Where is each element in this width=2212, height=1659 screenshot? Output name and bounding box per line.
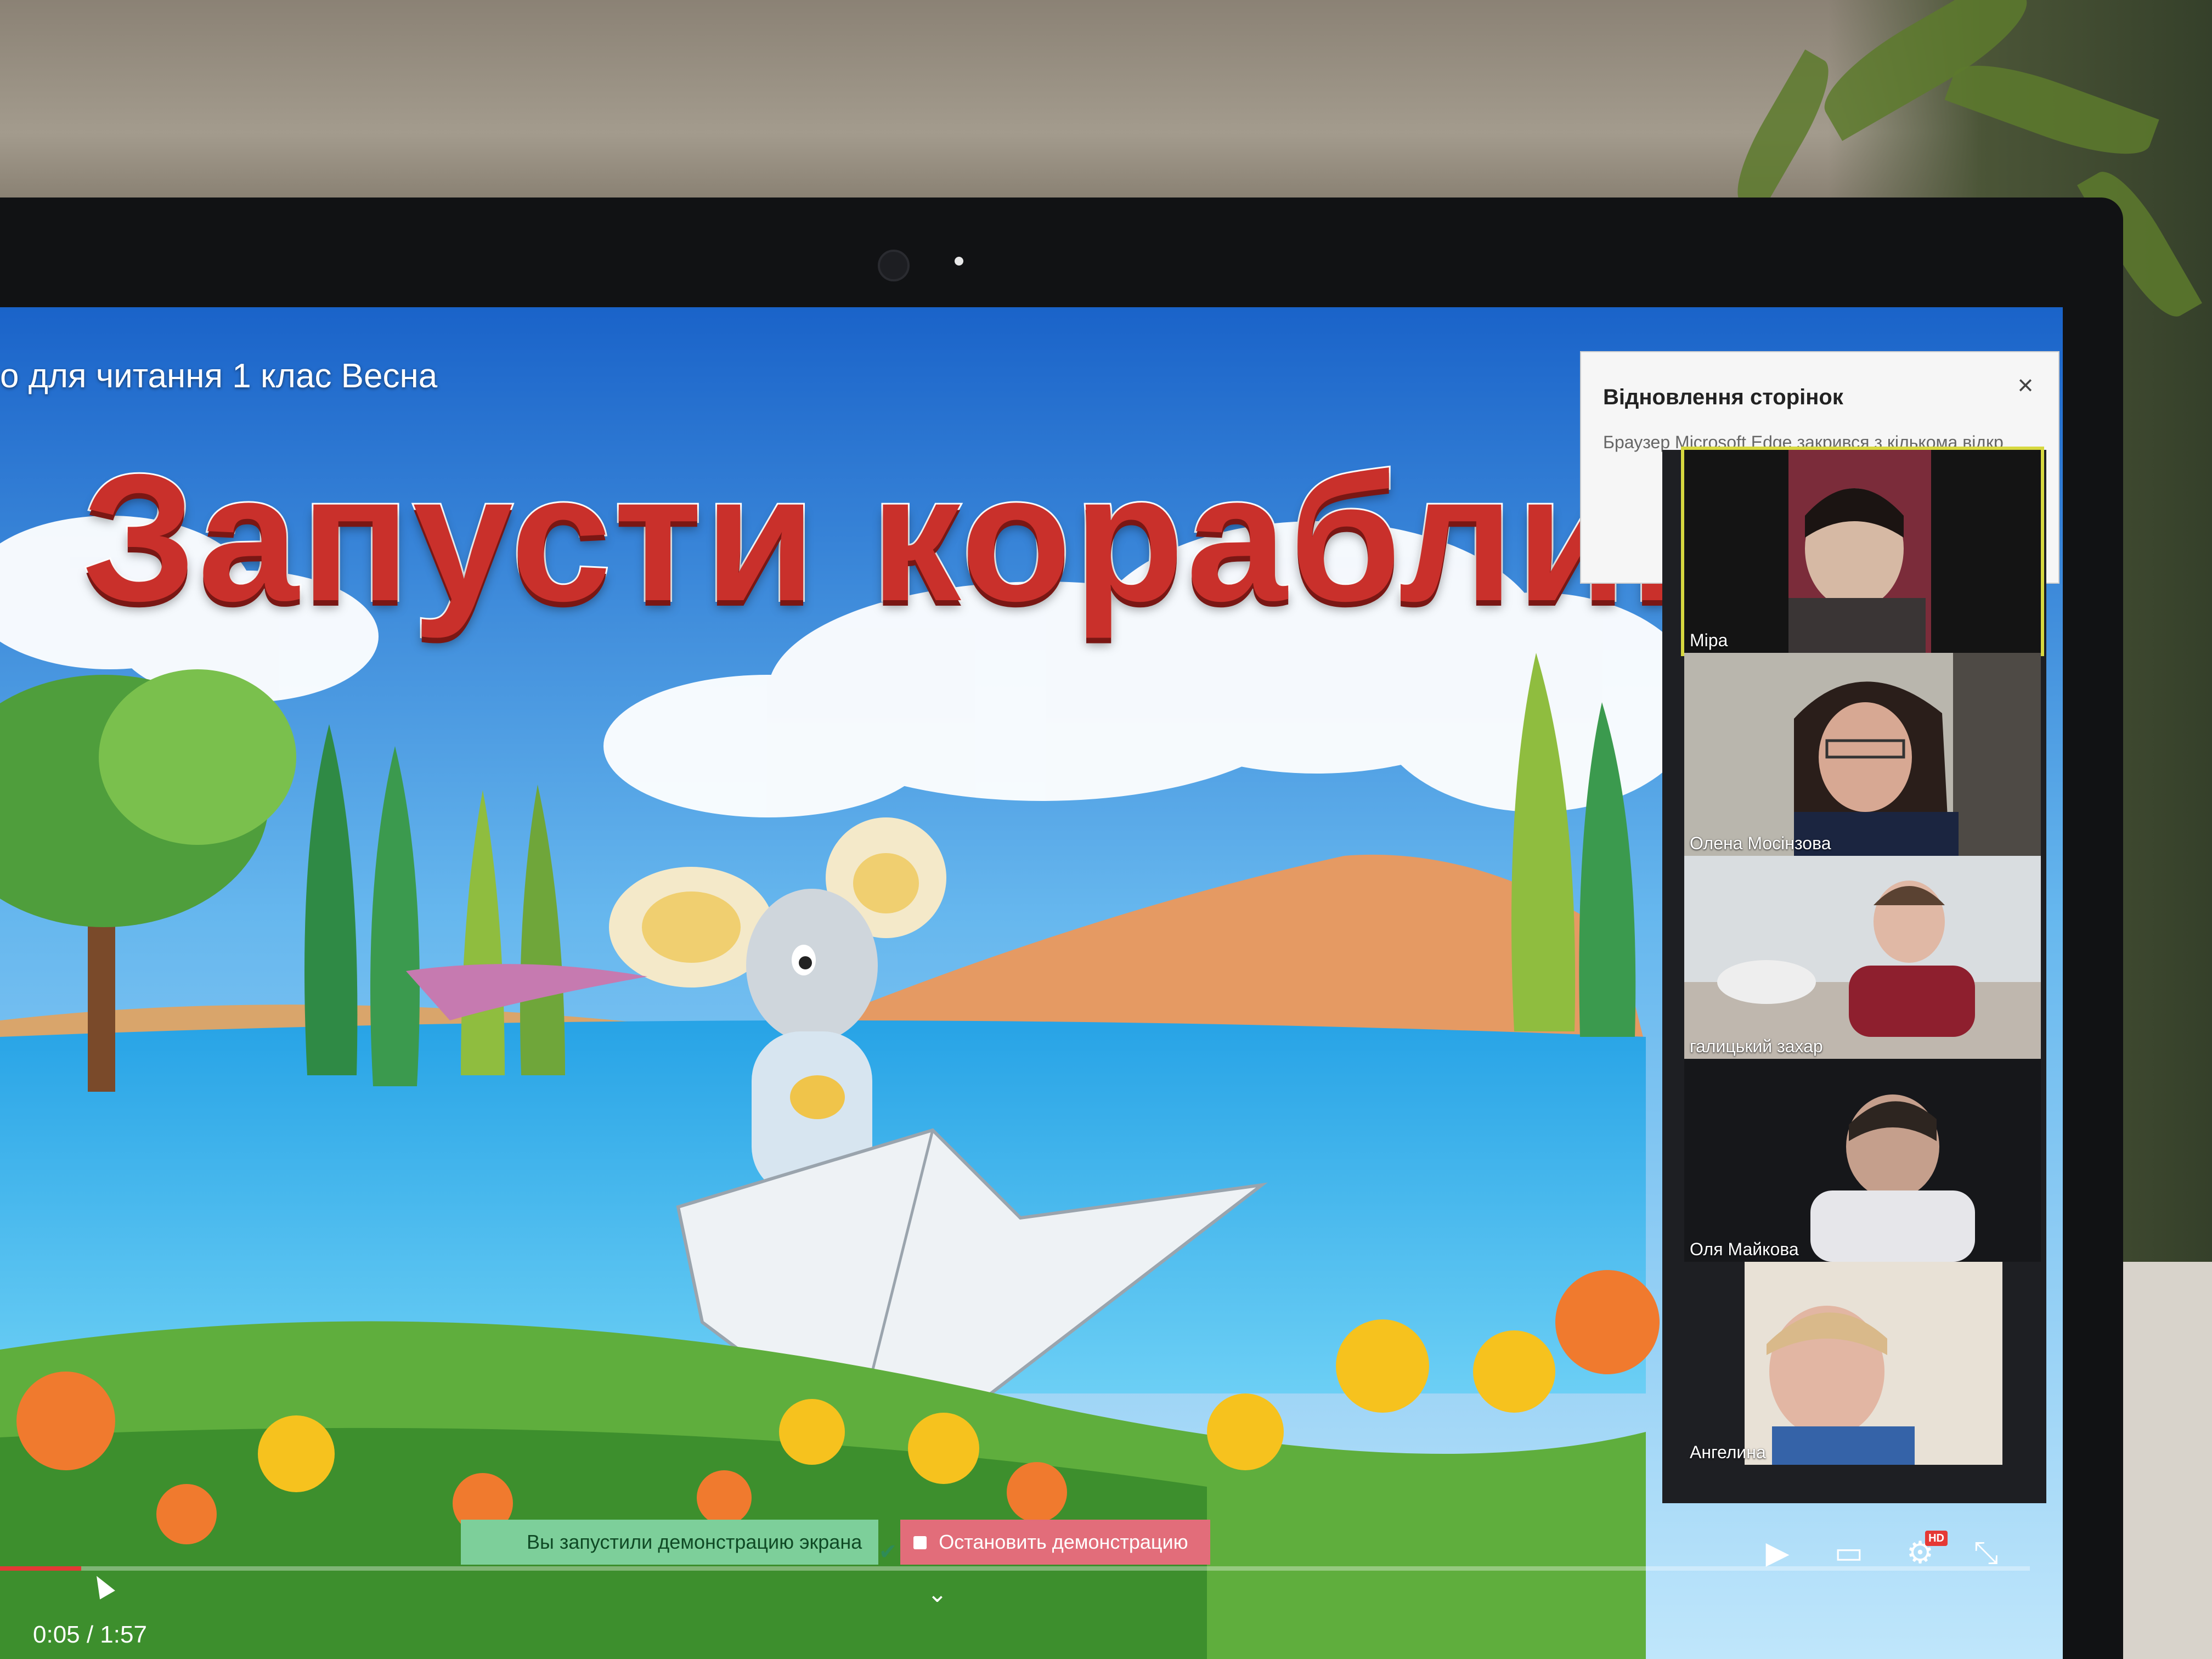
participant-name: Олена Мосінзова: [1690, 833, 1831, 853]
stop-icon: [913, 1536, 927, 1549]
participant-video: [1684, 1059, 2041, 1262]
settings-hd-icon[interactable]: ⚙ HD: [1898, 1531, 1948, 1575]
subtitles-icon[interactable]: ▭: [1827, 1531, 1871, 1575]
participant-tile[interactable]: Міра: [1681, 447, 2044, 656]
progress-fill: [0, 1566, 81, 1571]
participant-name: Оля Майкова: [1690, 1239, 1799, 1259]
play-icon[interactable]: ▶: [1756, 1531, 1799, 1575]
chevron-down-icon[interactable]: ⌄: [927, 1580, 947, 1608]
notification-title: Відновлення сторінок: [1603, 385, 1843, 409]
webcam-led: [955, 257, 963, 266]
webcam: [878, 250, 910, 281]
hd-badge: HD: [1925, 1531, 1948, 1546]
shield-check-icon: ✔: [878, 1540, 898, 1564]
screen-share-bar: Вы запустили демонстрацию экрана ✔ Остан…: [461, 1520, 1210, 1565]
progress-bar[interactable]: [0, 1566, 2030, 1571]
close-icon[interactable]: ×: [2009, 369, 2042, 402]
participant-name: Ангелина: [1690, 1442, 1766, 1462]
participant-video: [1684, 450, 2041, 653]
time-display: 0:05 / 1:57: [33, 1621, 147, 1648]
participant-video: [1684, 856, 2041, 1059]
participant-tile[interactable]: галицький захар: [1684, 856, 2041, 1059]
stop-sharing-button[interactable]: Остановить демонстрацию: [900, 1520, 1210, 1565]
laptop-screen: о для читання 1 клас Весна Запусти кораб…: [0, 307, 2063, 1659]
participant-name: галицький захар: [1690, 1036, 1823, 1056]
share-status-text: Вы запустили демонстрацию экрана: [527, 1531, 862, 1553]
participant-video: [1684, 1262, 2041, 1465]
participant-tile[interactable]: Оля Майкова: [1684, 1059, 2041, 1262]
participant-tile[interactable]: Олена Мосінзова: [1684, 653, 2041, 856]
exit-fullscreen-icon[interactable]: ⤡: [1964, 1531, 2008, 1575]
participants-panel: Міра Олена Мосінзова галицький захар Оля…: [1662, 447, 2046, 1503]
participant-tile[interactable]: Ангелина: [1684, 1262, 2041, 1465]
video-player[interactable]: о для читання 1 клас Весна Запусти кораб…: [0, 307, 2063, 1659]
share-status: Вы запустили демонстрацию экрана ✔: [461, 1520, 897, 1565]
video-title[interactable]: о для читання 1 клас Весна: [0, 357, 437, 396]
slide-headline: Запусти кораблик: [81, 435, 1723, 640]
participant-video: [1684, 653, 2041, 856]
stop-sharing-label: Остановить демонстрацию: [939, 1531, 1188, 1553]
participant-name: Міра: [1690, 630, 1728, 650]
